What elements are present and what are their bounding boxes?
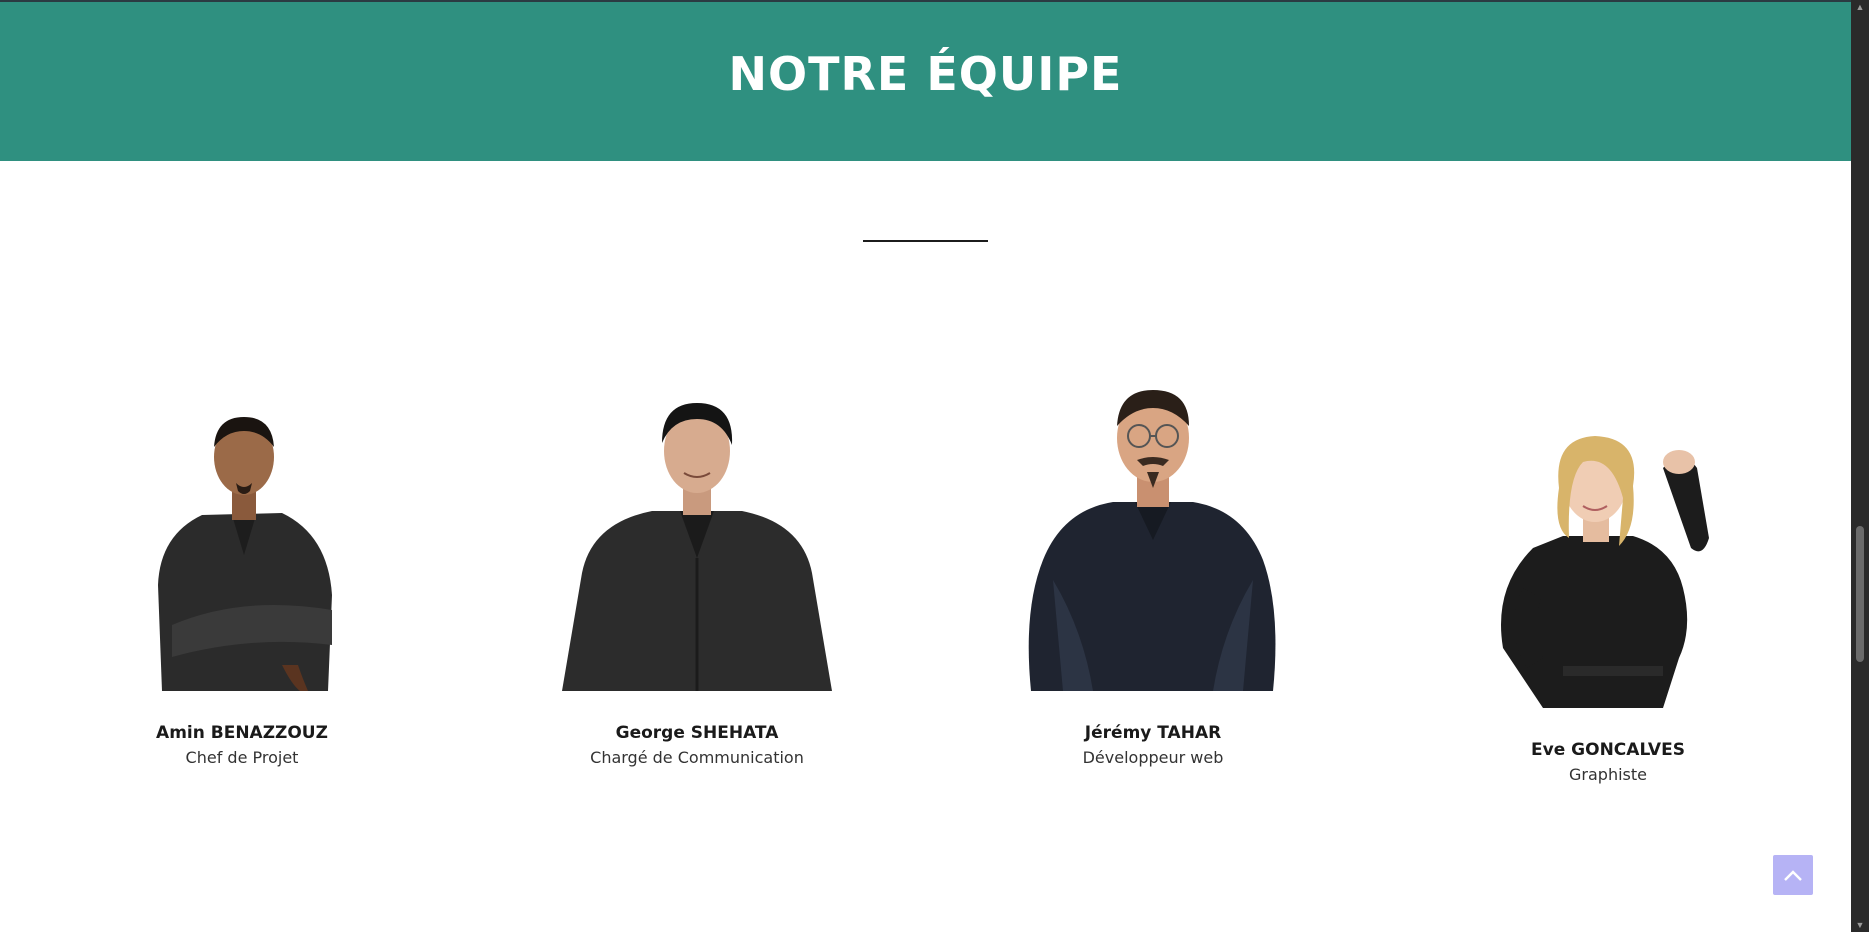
member-role: Graphiste [1569, 765, 1647, 784]
member-avatar [1483, 428, 1733, 708]
member-avatar [562, 393, 832, 691]
avatar-male-glasses-icon [1028, 390, 1276, 691]
member-name: Eve GONCALVES [1531, 740, 1685, 760]
scrollbar-thumb[interactable] [1856, 526, 1864, 662]
scroll-down-arrow-icon[interactable]: ▼ [1855, 920, 1865, 930]
team-member-card: George SHEHATA Chargé de Communication [537, 393, 857, 767]
member-avatar [132, 395, 352, 691]
avatar-female-waving-icon [1501, 436, 1709, 708]
title-divider [863, 240, 988, 242]
member-name: Jérémy TAHAR [1084, 723, 1222, 743]
member-role: Chargé de Communication [590, 748, 804, 767]
section-title: NOTRE ÉQUIPE [728, 46, 1123, 101]
scroll-up-arrow-icon[interactable]: ▲ [1855, 2, 1865, 12]
member-role: Chef de Projet [185, 748, 299, 767]
avatar-male-arms-crossed-icon [158, 417, 332, 691]
chevron-up-icon [1784, 870, 1802, 881]
avatar-male-standing-icon [562, 403, 832, 691]
member-name: Amin BENAZZOUZ [156, 723, 328, 743]
member-role: Développeur web [1082, 748, 1224, 767]
back-to-top-button[interactable] [1773, 855, 1813, 895]
team-member-card: Eve GONCALVES Graphiste [1448, 428, 1768, 784]
team-member-card: Amin BENAZZOUZ Chef de Projet [82, 395, 402, 767]
team-member-card: Jérémy TAHAR Développeur web [993, 380, 1313, 767]
vertical-scrollbar[interactable]: ▲ ▼ [1851, 0, 1869, 932]
member-avatar [1023, 380, 1283, 691]
section-banner: NOTRE ÉQUIPE [0, 2, 1851, 161]
member-name: George SHEHATA [615, 723, 779, 743]
